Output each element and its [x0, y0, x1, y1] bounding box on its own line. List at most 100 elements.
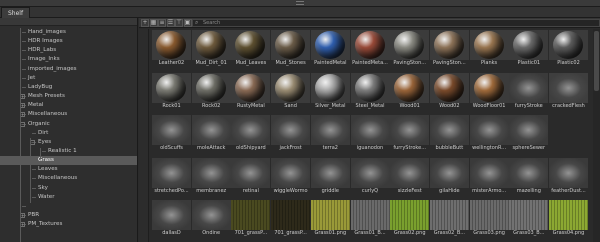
- grid-view-button[interactable]: ▦: [149, 19, 158, 27]
- shelf-item[interactable]: Grass04.png: [549, 200, 588, 237]
- shelf-item[interactable]: dallasD: [152, 200, 191, 237]
- material-sphere-icon: [473, 73, 504, 102]
- brush-stamp-icon: [152, 115, 191, 145]
- title-bar[interactable]: [0, 0, 600, 7]
- shelf-item[interactable]: terra2: [310, 115, 350, 152]
- shelf-item[interactable]: furryStroke: [509, 72, 549, 110]
- shelf-item[interactable]: Wood02: [429, 72, 469, 110]
- folder-tree[interactable]: Hand_images HDR Images HDR_Labs Image_Inks i…: [0, 18, 138, 242]
- material-sphere-icon: [354, 73, 385, 102]
- shelf-item[interactable]: Mud_Dirt_01: [191, 30, 231, 67]
- shelf-item[interactable]: Grass02_B...: [429, 200, 469, 237]
- shelf-item[interactable]: furryStroke...: [390, 115, 430, 152]
- shelf-item[interactable]: jackFrost: [271, 115, 311, 152]
- shelf-item[interactable]: griddle: [310, 157, 350, 195]
- drag-handle-icon[interactable]: [296, 1, 304, 5]
- tree-connector: [32, 196, 36, 198]
- list-view-button[interactable]: ≡: [158, 19, 166, 27]
- brush-stamp-icon: [310, 157, 350, 188]
- shelf-item[interactable]: mazelling: [509, 157, 549, 195]
- texture-swatch-icon: [509, 200, 549, 230]
- tree-item-label: Hand_images: [28, 29, 66, 35]
- item-label: stretchedPo...: [154, 187, 189, 194]
- item-thumbnail: [152, 157, 191, 188]
- shelf-item[interactable]: bubbleButt: [429, 115, 469, 152]
- shelf-item[interactable]: Leather02: [152, 30, 191, 67]
- shelf-item[interactable]: PaintedMeta...: [350, 30, 390, 67]
- shelf-item[interactable]: Sand: [271, 72, 311, 110]
- item-label: wiggleWormo: [273, 187, 308, 194]
- item-thumbnail: [549, 30, 588, 60]
- shelf-item[interactable]: Planks: [469, 30, 509, 67]
- shelf-item[interactable]: crackedFlesh: [549, 72, 588, 110]
- tree-connector: [22, 68, 26, 70]
- shelf-item[interactable]: featherDust...: [549, 157, 588, 195]
- shelf-item[interactable]: Silver_Metal: [310, 72, 350, 110]
- shelf-item[interactable]: curlyQ: [350, 157, 390, 195]
- material-sphere-icon: [553, 31, 583, 59]
- tree-item-label: PBR: [28, 212, 40, 218]
- shelf-item[interactable]: 701_grassP...: [231, 200, 271, 237]
- shelf-item[interactable]: gilaHide: [429, 157, 469, 195]
- search-input[interactable]: [203, 20, 583, 26]
- brush-stamp-icon: [231, 115, 271, 145]
- shelf-item[interactable]: Ondine: [191, 200, 231, 237]
- shelf-item[interactable]: Grass03_B...: [509, 200, 549, 237]
- material-sphere-icon: [314, 73, 345, 102]
- shelf-item[interactable]: sizzleFest: [390, 157, 430, 195]
- shelf-item[interactable]: RustyMetal: [231, 72, 271, 110]
- shelf-item[interactable]: oldShipyard: [231, 115, 271, 152]
- item-label: furryStroke: [514, 102, 543, 109]
- shelf-item[interactable]: Mud_Leaves: [231, 30, 271, 67]
- add-button[interactable]: +: [141, 19, 149, 27]
- vertical-scrollbar[interactable]: [593, 29, 600, 242]
- item-thumbnail: [231, 30, 271, 60]
- tree-item-label: LadyBug: [28, 83, 53, 90]
- shelf-item[interactable]: Plastic02: [549, 30, 588, 67]
- item-thumbnail: [310, 157, 350, 188]
- item-thumbnail: [191, 72, 231, 103]
- item-thumbnail: [549, 157, 588, 188]
- shelf-item[interactable]: wiggleWormo: [271, 157, 311, 195]
- shelf-item[interactable]: 701_grassP...: [271, 200, 311, 237]
- shelf-item[interactable]: wellingtonR...: [469, 115, 509, 152]
- shelf-item[interactable]: Grass01_B...: [350, 200, 390, 237]
- shelf-item[interactable]: PavingSton...: [429, 30, 469, 67]
- shelf-item[interactable]: stretchedPo...: [152, 157, 191, 195]
- tree-header: [0, 18, 137, 26]
- tree-item-label: Jet: [28, 74, 36, 81]
- shelf-item[interactable]: Wood01: [390, 72, 430, 110]
- shelf-item[interactable]: Mud_Stones: [271, 30, 311, 67]
- shelf-item[interactable]: Rock02: [191, 72, 231, 110]
- shelf-item[interactable]: moleAttack: [191, 115, 231, 152]
- filter-button[interactable]: ⊤: [175, 19, 183, 27]
- shelf-item[interactable]: WoodFloor01: [469, 72, 509, 110]
- brush-stamp-icon: [549, 72, 588, 103]
- shelf-item[interactable]: Grass03.png: [469, 200, 509, 237]
- tree-connector: [32, 187, 36, 189]
- item-thumbnail: [509, 200, 549, 230]
- shelf-item[interactable]: misterArmo...: [469, 157, 509, 195]
- shelf-item[interactable]: membranez: [191, 157, 231, 195]
- item-label: featherDust...: [551, 187, 586, 194]
- shelf-item[interactable]: Grass02.png: [390, 200, 430, 237]
- details-view-button[interactable]: ☰: [166, 19, 175, 27]
- shelf-item[interactable]: iguanodon: [350, 115, 390, 152]
- shelf-item[interactable]: Grass01.png: [310, 200, 350, 237]
- tree-item-label: PM_Textures: [28, 221, 63, 228]
- scrollbar-thumb[interactable]: [594, 31, 599, 91]
- shelf-item[interactable]: Plastic01: [509, 30, 549, 67]
- shelf-content: +▦≡☰⊤▣ ⌕ Leather02 Mud_Dirt_01 Mud_Leaves M…: [139, 18, 600, 242]
- item-thumbnail: [350, 72, 390, 103]
- shelf-item[interactable]: retinal: [231, 157, 271, 195]
- settings-button[interactable]: ▣: [183, 19, 192, 27]
- shelf-item[interactable]: Steel_Metal: [350, 72, 390, 110]
- shelf-item[interactable]: PavingSton...: [390, 30, 430, 67]
- shelf-item[interactable]: sphereSewer: [509, 115, 549, 152]
- shelf-item[interactable]: Rock01: [152, 72, 191, 110]
- search-box[interactable]: ⌕: [192, 19, 600, 27]
- tab-shelf[interactable]: Shelf: [1, 7, 31, 18]
- shelf-item[interactable]: oldScuffs: [152, 115, 191, 152]
- shelf-item[interactable]: PaintedMetal: [310, 30, 350, 67]
- item-thumbnail: [350, 157, 390, 188]
